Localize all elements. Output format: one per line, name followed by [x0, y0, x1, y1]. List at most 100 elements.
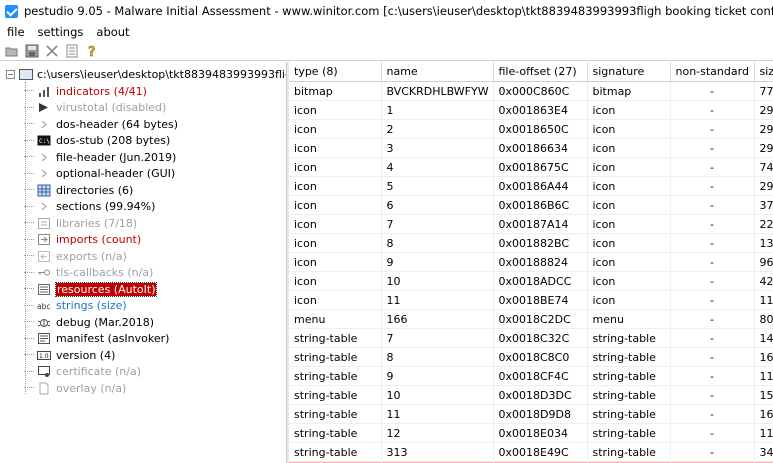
table-row[interactable]: icon 8 0x001882BC icon -13: [289, 233, 773, 253]
menu-about[interactable]: about: [96, 25, 129, 39]
tree-item-label: indicators (4/41): [56, 84, 147, 98]
cell-name: 8: [381, 233, 494, 253]
cell-signature: string-table: [587, 347, 671, 367]
table-row[interactable]: string-table 12 0x0018E034 string-table -11: [289, 423, 773, 443]
tree-item[interactable]: 1.0 version (4): [24, 347, 115, 363]
table-row[interactable]: icon 4 0x0018675C icon -74: [289, 157, 773, 177]
cell-size: 13: [754, 233, 773, 253]
table-row[interactable]: string-table 11 0x0018D9D8 string-table -16: [289, 404, 773, 424]
table-row[interactable]: string-table 7 0x0018C32C string-table -14: [289, 328, 773, 348]
column-header-size[interactable]: size: [754, 62, 773, 82]
cell-signature: string-table: [587, 442, 671, 462]
tree-item[interactable]: directories (6): [24, 182, 133, 198]
table-row[interactable]: icon 3 0x00186634 icon -29: [289, 138, 773, 158]
tree-item[interactable]: imports (count): [24, 232, 141, 248]
tree-item[interactable]: file-header (Jun.2019): [24, 149, 176, 165]
tree-item[interactable]: dos-header (64 bytes): [24, 116, 178, 132]
cell-non-standard: -: [670, 138, 755, 158]
tree-connector: [24, 172, 34, 175]
table-row[interactable]: icon 1 0x001863E4 icon -29: [289, 100, 773, 120]
tree-item[interactable]: virustotal (disabled): [24, 100, 166, 116]
resources-icon: [36, 282, 52, 296]
column-header-file-offset[interactable]: file-offset (27): [493, 62, 588, 82]
cell-size: 77: [754, 81, 773, 101]
close-icon[interactable]: [44, 43, 60, 59]
table-row[interactable]: icon 5 0x00186A44 icon -29: [289, 176, 773, 196]
save-icon[interactable]: [24, 43, 40, 59]
tree-item-label: directories (6): [56, 183, 134, 197]
cell-file-offset: 0x0018BE74: [493, 290, 588, 310]
tree-item[interactable]: overlay (n/a): [24, 380, 126, 396]
menu-file[interactable]: file: [7, 25, 25, 39]
cell-type: string-table: [289, 366, 382, 386]
tree-item[interactable]: tls-callbacks (n/a): [24, 265, 153, 281]
import-icon: [36, 233, 52, 247]
tree-item[interactable]: debug (Mar.2018): [24, 314, 154, 330]
tree-item[interactable]: manifest (asInvoker): [24, 331, 169, 347]
cell-file-offset: 0x0018675C: [493, 157, 588, 177]
cell-signature: icon: [587, 252, 671, 272]
tree-item[interactable]: resources (AutoIt): [24, 281, 158, 297]
column-header-name[interactable]: name: [381, 62, 494, 82]
table-row[interactable]: bitmap BVCKRDHLBWFYW 0x000C860C bitmap -77: [289, 81, 773, 101]
cell-non-standard: -: [670, 233, 755, 253]
arrow-right-icon: [36, 200, 52, 214]
cell-type: menu: [289, 309, 382, 329]
table-row[interactable]: menu 166 0x0018C2DC menu -80: [289, 309, 773, 329]
table-row[interactable]: icon 7 0x00187A14 icon -22: [289, 214, 773, 234]
column-header-non-standard[interactable]: non-standard: [670, 62, 755, 82]
cell-size: 15: [754, 385, 773, 405]
table-row[interactable]: string-table 313 0x0018E49C string-table -34: [289, 442, 773, 462]
cell-non-standard: -: [670, 366, 755, 386]
properties-icon[interactable]: [64, 43, 80, 59]
resources-table: type (8) name file-offset (27) signature…: [289, 62, 773, 463]
column-header-signature[interactable]: signature: [587, 62, 671, 82]
table-row[interactable]: icon 11 0x0018BE74 icon -11: [289, 290, 773, 310]
tree-item[interactable]: libraries (7/18): [24, 215, 137, 231]
open-folder-icon[interactable]: [4, 43, 20, 59]
cell-name: 10: [381, 385, 494, 405]
cell-size: 29: [754, 119, 773, 139]
cell-non-standard: -: [670, 252, 755, 272]
bug-icon: [36, 315, 52, 329]
key-icon: [36, 266, 52, 280]
svg-text:1.0: 1.0: [39, 353, 49, 360]
cell-name: 1: [381, 100, 494, 120]
tree-connector: [24, 288, 34, 290]
tree-item[interactable]: exports (n/a): [24, 248, 127, 264]
tree-item-label: certificate (n/a): [56, 365, 142, 378]
tree-item-label: exports (n/a): [56, 249, 127, 263]
menu-settings[interactable]: settings: [38, 25, 84, 39]
help-icon[interactable]: ?: [84, 43, 100, 59]
tree-root[interactable]: − c:\users\ieuser\desktop\tkt88394839939…: [6, 67, 286, 82]
table-row[interactable]: icon 10 0x0018ADCC icon -42: [289, 271, 773, 291]
tree-item[interactable]: optional-header (GUI): [24, 166, 175, 182]
tree-item[interactable]: indicators (4/41): [24, 83, 147, 99]
cell-size: 11: [754, 423, 773, 443]
cell-size: 14: [754, 328, 773, 348]
table-row[interactable]: icon 9 0x00188824 icon -96: [289, 252, 773, 272]
cell-signature: string-table: [587, 366, 671, 386]
cell-non-standard: -: [670, 404, 755, 424]
cell-type: bitmap: [289, 81, 382, 101]
table-row[interactable]: string-table 9 0x0018CF4C string-table -11: [289, 366, 773, 386]
cell-non-standard: -: [670, 157, 755, 177]
cell-file-offset: 0x0018C32C: [493, 328, 588, 348]
tree-item-label: imports (count): [56, 233, 142, 246]
table-row[interactable]: icon 6 0x00186B6C icon -37: [289, 195, 773, 215]
arrow-right-icon: [36, 167, 52, 181]
tree-item[interactable]: C:\ dos-stub (208 bytes): [24, 133, 170, 149]
tree-item[interactable]: sections (99.94%): [24, 199, 155, 215]
column-header-type[interactable]: type (8): [289, 62, 382, 82]
cell-file-offset: 0x001863E4: [493, 100, 588, 120]
document-icon: [36, 381, 52, 395]
table-row[interactable]: string-table 8 0x0018C8C0 string-table -16: [289, 347, 773, 367]
collapse-icon[interactable]: −: [6, 70, 15, 79]
tree-connector: [24, 271, 34, 274]
tree-item[interactable]: abc strings (size): [24, 298, 127, 314]
tree-item[interactable]: certificate (n/a): [24, 364, 141, 380]
tree-root-label: c:\users\ieuser\desktop\tkt8839483993993…: [37, 68, 286, 81]
table-row[interactable]: string-table 10 0x0018D3DC string-table -15: [289, 385, 773, 405]
arrow-right-icon: [36, 117, 52, 131]
table-row[interactable]: icon 2 0x0018650C icon -29: [289, 119, 773, 139]
